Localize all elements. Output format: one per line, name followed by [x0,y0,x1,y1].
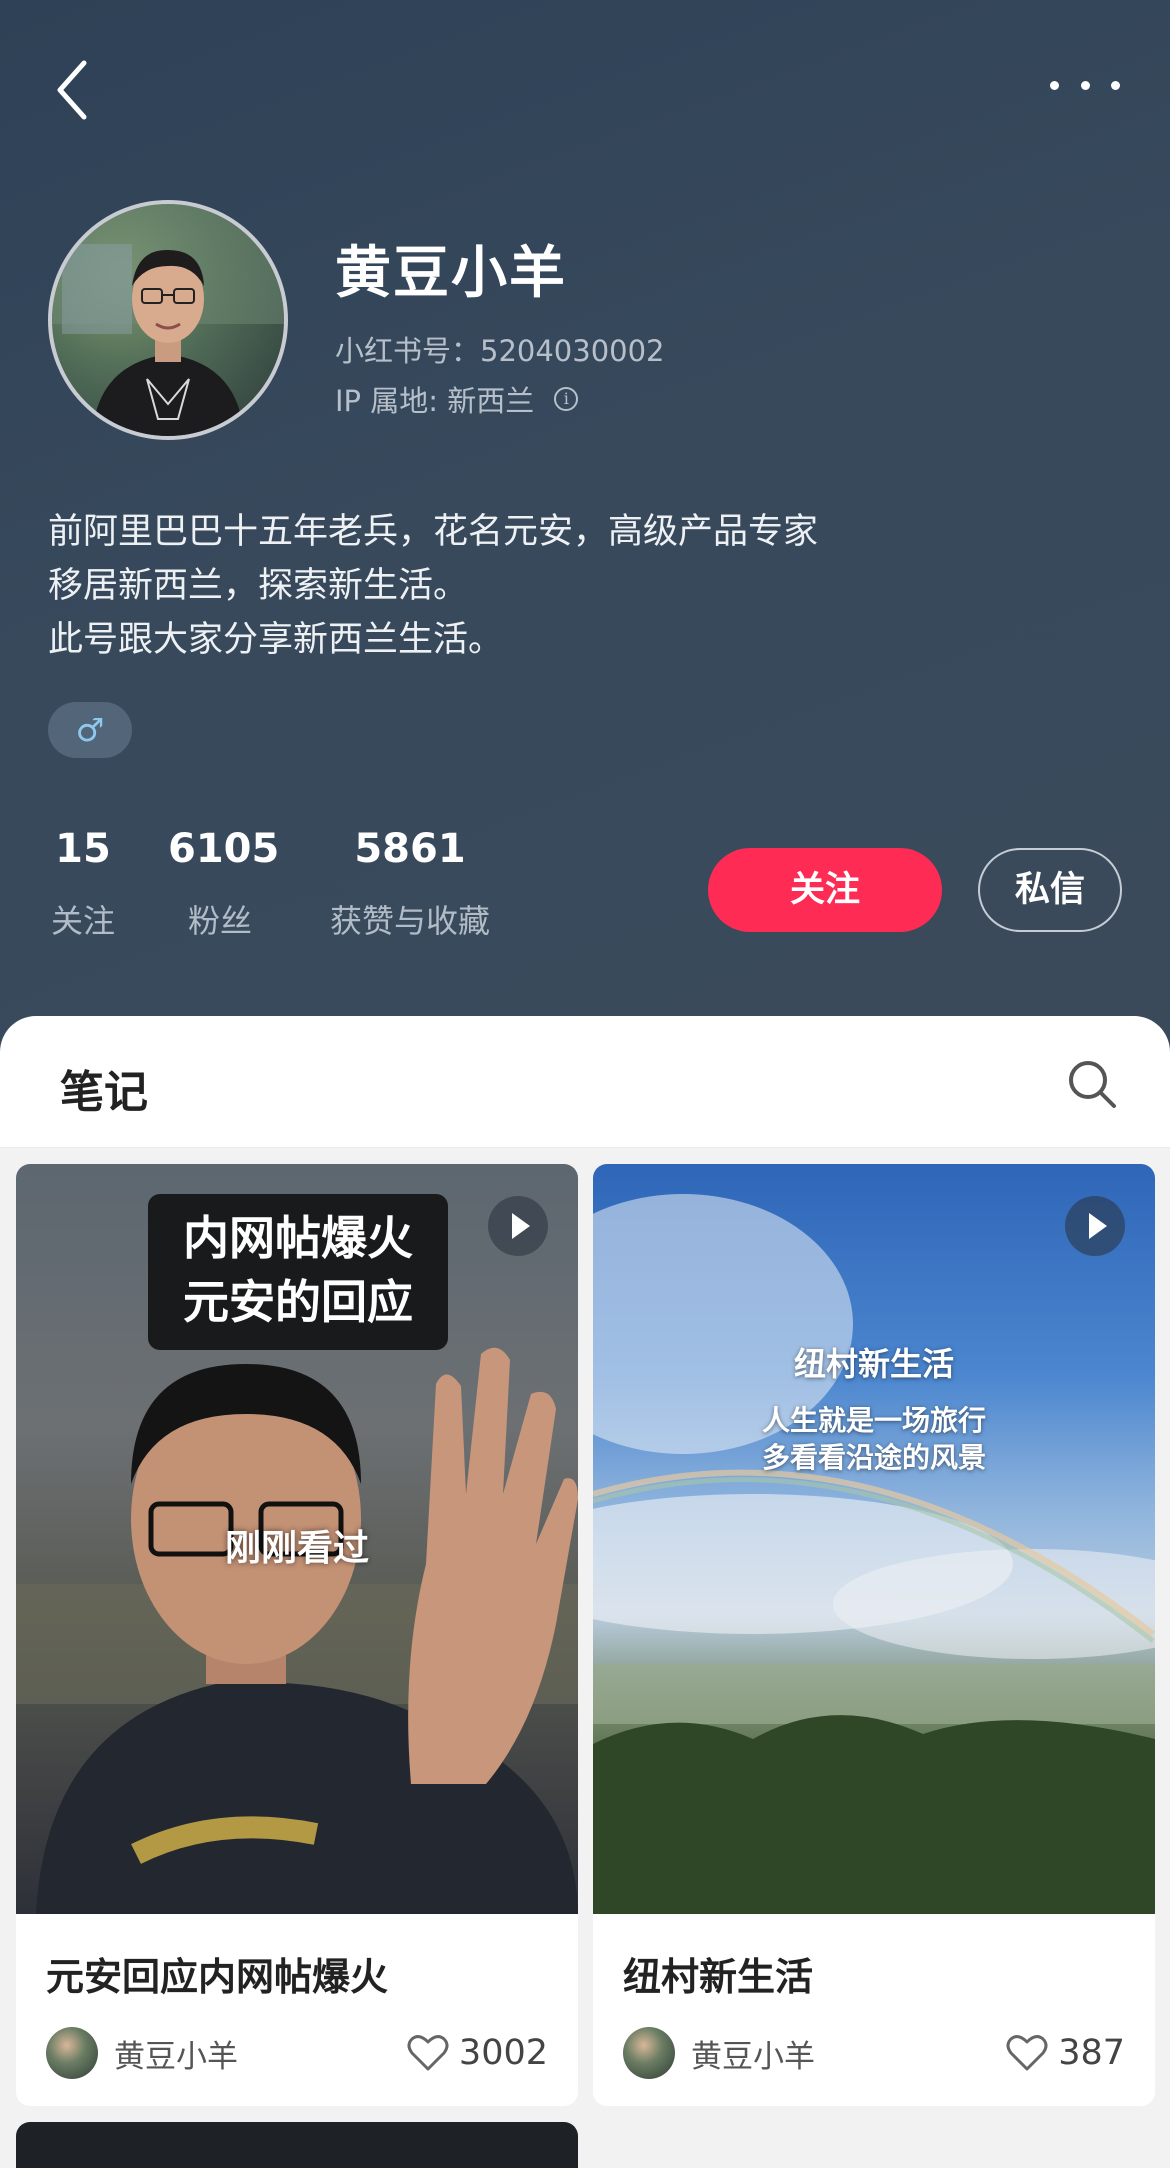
search-button[interactable] [1066,1058,1118,1110]
chevron-left-icon [57,60,87,120]
profile-bio: 前阿里巴巴十五年老兵，花名元安，高级产品专家 移居新西兰，探索新生活。 此号跟大… [48,505,818,667]
note-title: 元安回应内网帖爆火 [46,1955,389,1999]
profile-header: 黄豆小羊 小红书号：5204030002 IP 属地: 新西兰 i 前阿里巴巴十… [0,0,1170,1060]
profile-username: 黄豆小羊 [335,241,567,306]
gender-male-icon: ♂ [48,702,132,758]
info-icon[interactable]: i [554,387,579,411]
back-button[interactable] [50,55,100,125]
follow-button[interactable]: 关注 [708,848,942,932]
stat-likes-collects[interactable]: 5861 获赞与收藏 [322,826,498,942]
recently-viewed-label: 刚刚看过 [224,1528,369,1569]
stat-followers-count: 6105 [168,826,280,872]
note-thumbnail: 内网帖爆火 元安的回应 刚刚看过 [16,1164,578,1914]
stat-followers-label: 粉丝 [187,902,252,940]
note-footer: 黄豆小羊 387 [623,2026,1125,2080]
note-title: 纽村新生活 [623,1955,814,1999]
profile-avatar[interactable] [48,200,288,440]
overlay-title: 纽村新生活 [793,1345,954,1383]
stat-likes-count: 5861 [354,826,466,872]
stat-following[interactable]: 15 关注 [48,826,118,942]
note-author[interactable]: 黄豆小羊 [46,2027,238,2079]
tab-notes[interactable]: 笔记 [60,1056,148,1120]
bio-line: 移居新西兰，探索新生活。 [48,566,469,606]
search-icon [1069,1061,1116,1108]
like-button[interactable]: 3002 [407,2033,548,2073]
author-name: 黄豆小羊 [114,2038,238,2075]
note-card-partial[interactable] [16,2122,578,2168]
note-card[interactable]: 纽村新生活 人生就是一场旅行 多看看沿途的风景 纽村新生活 黄豆小羊 387 [593,1164,1155,2106]
more-dot-icon [1080,80,1090,90]
play-icon [488,1196,548,1256]
avatar-portrait [52,204,284,436]
overlay-line: 多看看沿途的风景 [761,1441,986,1474]
play-icon [1065,1196,1125,1256]
like-button[interactable]: 387 [1006,2033,1125,2073]
more-options-button[interactable] [1050,70,1120,100]
like-count: 387 [1058,2033,1125,2073]
overlay-line: 内网帖爆火 [183,1211,413,1265]
bio-line: 此号跟大家分享新西兰生活。 [48,620,504,660]
stat-followers[interactable]: 6105 粉丝 [168,826,280,942]
stat-following-count: 15 [55,826,111,872]
overlay-line: 元安的回应 [183,1275,413,1329]
note-thumbnail: 纽村新生活 人生就是一场旅行 多看看沿途的风景 [593,1164,1155,1914]
author-name: 黄豆小羊 [691,2038,815,2075]
overlay-line: 人生就是一场旅行 [761,1404,986,1437]
notes-tabbar: 笔记 [0,1016,1170,1148]
bio-line: 前阿里巴巴十五年老兵，花名元安，高级产品专家 [48,512,819,552]
stat-following-label: 关注 [50,902,115,940]
heart-icon [1006,2035,1048,2071]
more-dot-icon [1111,80,1120,90]
more-dot-icon [1050,80,1059,90]
stat-likes-label: 获赞与收藏 [329,902,490,940]
red-id: 小红书号：5204030002 [335,334,665,368]
like-count: 3002 [458,2033,548,2073]
notes-feed: 内网帖爆火 元安的回应 刚刚看过 元安回应内网帖爆火 黄豆小羊 3002 纽村新… [0,1148,1170,2168]
avatar [623,2027,675,2079]
ip-location: IP 属地: 新西兰 [335,384,535,418]
avatar [46,2027,98,2079]
note-card[interactable]: 内网帖爆火 元安的回应 刚刚看过 元安回应内网帖爆火 黄豆小羊 3002 [16,1164,578,2106]
heart-icon [407,2035,449,2071]
note-overlay-caption: 内网帖爆火 元安的回应 [148,1194,448,1350]
note-footer: 黄豆小羊 3002 [46,2026,548,2080]
landscape-scene [593,1194,1155,1914]
note-author[interactable]: 黄豆小羊 [623,2027,815,2079]
ip-location-row: IP 属地: 新西兰 i [335,378,579,420]
message-button[interactable]: 私信 [978,848,1122,932]
